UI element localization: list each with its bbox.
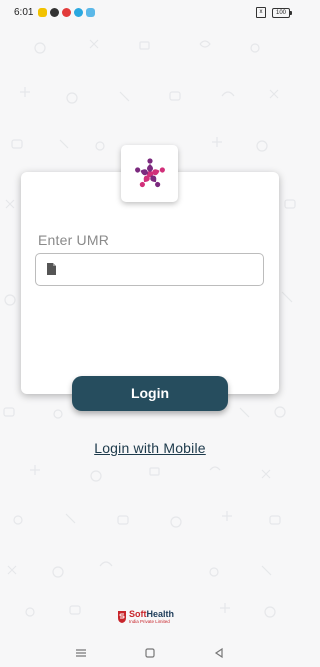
- status-indicators: x 100: [256, 7, 292, 18]
- status-bar: 6:01 x 100: [0, 0, 300, 26]
- umr-input[interactable]: [64, 254, 263, 287]
- notification-icon: [62, 8, 71, 17]
- document-icon: [47, 263, 56, 275]
- login-with-mobile-link: Login with Mobile: [0, 440, 300, 456]
- notification-icon: [50, 8, 59, 17]
- login-with-mobile-label[interactable]: Login with Mobile: [94, 440, 206, 456]
- brand-name-a: Soft: [129, 609, 147, 619]
- home-icon[interactable]: [143, 646, 157, 660]
- login-button[interactable]: Login: [72, 376, 228, 411]
- notification-icon: [86, 8, 95, 17]
- menu-icon[interactable]: [74, 646, 88, 660]
- flower-people-logo-icon: [134, 157, 165, 187]
- system-nav-bar: [0, 640, 300, 667]
- brand-name-b: Health: [146, 609, 175, 619]
- back-icon[interactable]: [212, 646, 226, 660]
- notification-icons: [38, 8, 95, 17]
- brand-tagline: India Private Limited: [129, 619, 170, 624]
- status-time: 6:01: [14, 7, 34, 18]
- notification-icon: [38, 8, 47, 17]
- umr-label: Enter UMR: [38, 232, 110, 248]
- app-logo: [121, 145, 178, 202]
- softhealth-brand: SoftHealth India Private Limited: [117, 610, 174, 625]
- sim-icon: x: [256, 7, 266, 18]
- umr-field[interactable]: [35, 253, 264, 287]
- notification-icon: [74, 8, 83, 17]
- brand-name: SoftHealth: [129, 610, 174, 619]
- s-shield-icon: [118, 611, 126, 624]
- battery-icon: 100: [272, 7, 292, 18]
